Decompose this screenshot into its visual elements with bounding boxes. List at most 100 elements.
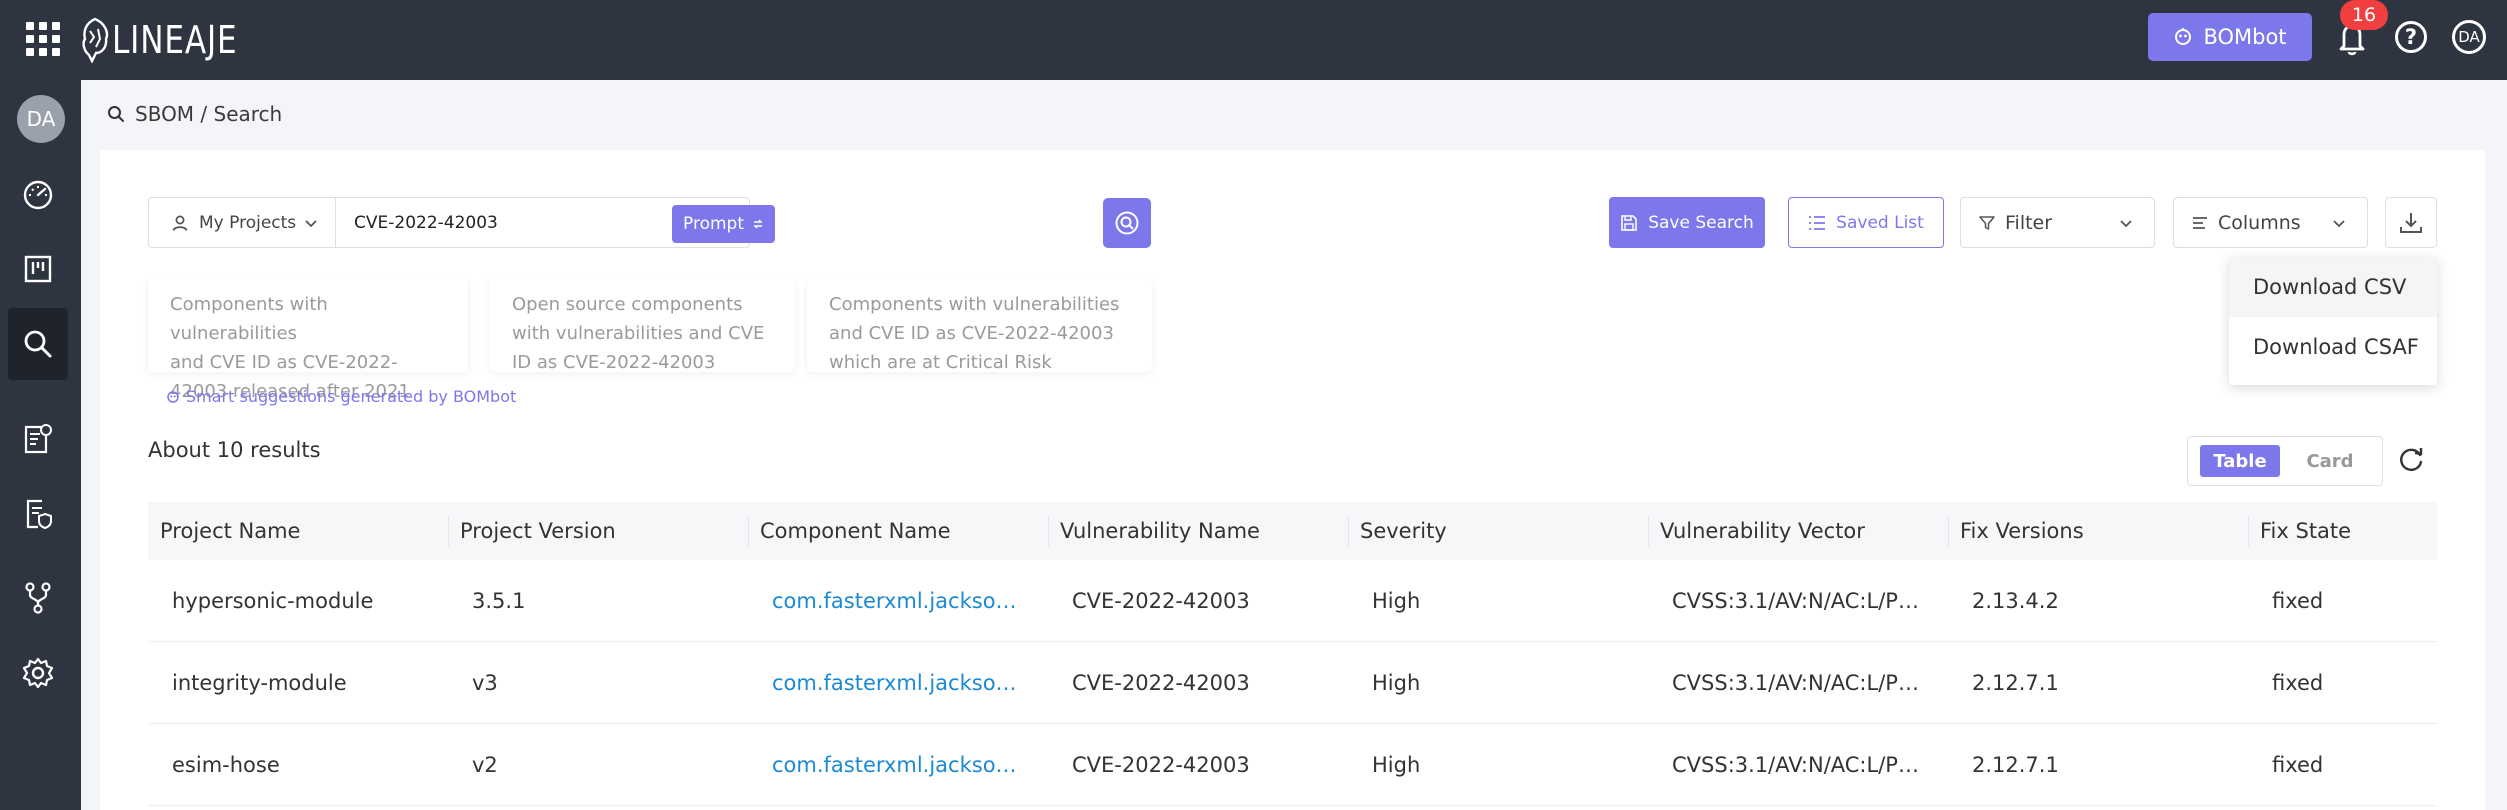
sidebar: DA <box>0 80 81 810</box>
fix-state-cell: fixed <box>2272 670 2324 695</box>
table-row[interactable]: integrity-module v3 com.fasterxml.jackso… <box>148 642 2437 724</box>
sidebar-item-policy[interactable] <box>8 478 68 550</box>
column-header[interactable]: Vulnerability Vector <box>1648 502 1948 560</box>
prompt-button[interactable]: Prompt <box>672 205 775 243</box>
fix-versions-cell: 2.13.4.2 <box>1972 588 2059 613</box>
list-icon <box>1809 215 1826 230</box>
logo-text: LINEAJE <box>112 18 238 62</box>
columns-dropdown[interactable]: Columns <box>2173 197 2368 248</box>
results-table: Project Name Project Version Component N… <box>148 502 2437 806</box>
search-icon <box>24 330 52 358</box>
breadcrumb: SBOM / Search <box>107 102 282 126</box>
sidebar-user-avatar[interactable]: DA <box>17 95 65 143</box>
sidebar-item-integrations[interactable] <box>8 562 68 634</box>
bombot-button[interactable]: BOMbot <box>2148 13 2312 61</box>
vulnerability-name-cell: CVE-2022-42003 <box>1072 588 1250 613</box>
download-csv-option[interactable]: Download CSV <box>2229 257 2437 317</box>
search-icon <box>108 106 124 122</box>
column-header[interactable]: Fix State <box>2248 502 2437 560</box>
notification-count-badge[interactable]: 16 <box>2340 0 2388 30</box>
table-row[interactable]: hypersonic-module 3.5.1 com.fasterxml.ja… <box>148 560 2437 642</box>
search-bar: My Projects Prompt <box>148 197 775 248</box>
vulnerability-name-cell: CVE-2022-42003 <box>1072 670 1250 695</box>
suggestion-card[interactable]: Components with vulnerabilities and CVE … <box>807 276 1152 373</box>
suggestion-card[interactable]: Components with vulnerabilities and CVE … <box>148 276 468 402</box>
column-header[interactable]: Component Name <box>748 502 1048 560</box>
vulnerability-vector-cell: CVSS:3.1/AV:N/AC:L/PR:N/UI:N <box>1672 752 1948 777</box>
robot-icon <box>167 390 179 403</box>
refresh-icon <box>2400 448 2423 471</box>
project-scope-select[interactable]: My Projects <box>149 198 336 247</box>
project-version-cell: v2 <box>472 752 498 777</box>
card-view-toggle[interactable]: Card <box>2290 445 2370 477</box>
component-name-link[interactable]: com.fasterxml.jackson.core <box>748 589 1048 613</box>
app-grid-icon[interactable] <box>26 22 60 56</box>
sidebar-item-reports[interactable] <box>8 403 68 475</box>
smart-suggestions-note: Smart suggestions generated by BOMbot <box>166 387 516 406</box>
suggestion-card[interactable]: Open source components with vulnerabilit… <box>490 276 795 373</box>
refresh-button[interactable] <box>2393 442 2429 478</box>
user-icon <box>172 215 188 231</box>
column-header[interactable]: Fix Versions <box>1948 502 2248 560</box>
project-version-cell: v3 <box>472 670 498 695</box>
bombot-label: BOMbot <box>2203 25 2287 49</box>
top-bar: LINEAJE BOMbot 16 ? DA <box>0 0 2507 80</box>
table-row[interactable]: esim-hose v2 com.fasterxml.jackson.core … <box>148 724 2437 806</box>
shield-doc-icon <box>26 499 52 530</box>
project-name-cell: hypersonic-module <box>172 588 374 613</box>
fix-state-cell: fixed <box>2272 752 2324 777</box>
project-scope-label: My Projects <box>199 212 297 233</box>
component-name-link[interactable]: com.fasterxml.jackson.core <box>748 671 1048 695</box>
vulnerability-vector-cell: CVSS:3.1/AV:N/AC:L/PR:N/UI:N <box>1672 670 1948 695</box>
swap-icon <box>753 219 763 229</box>
lineaje-logo[interactable]: LINEAJE <box>80 14 265 66</box>
gear-icon <box>22 657 54 689</box>
table-view-toggle[interactable]: Table <box>2200 445 2280 477</box>
chevron-down-icon <box>305 220 317 228</box>
robot-icon <box>2175 28 2192 45</box>
severity-cell: High <box>1372 752 1421 777</box>
component-name-link[interactable]: com.fasterxml.jackson.core <box>748 753 1048 777</box>
download-csaf-option[interactable]: Download CSAF <box>2229 317 2437 377</box>
column-header[interactable]: Project Version <box>448 502 748 560</box>
filter-icon <box>1979 215 1995 230</box>
user-avatar[interactable]: DA <box>2452 20 2486 54</box>
column-header[interactable]: Severity <box>1348 502 1648 560</box>
severity-cell: High <box>1372 588 1421 613</box>
breadcrumb-text[interactable]: SBOM / Search <box>135 102 282 126</box>
speedometer-icon <box>23 180 53 210</box>
table-header: Project Name Project Version Component N… <box>148 502 2437 560</box>
chevron-down-icon <box>2120 220 2132 228</box>
download-icon <box>2400 212 2422 233</box>
save-search-button[interactable]: Save Search <box>1609 197 1765 248</box>
git-branch-icon <box>25 582 51 614</box>
sidebar-item-settings[interactable] <box>8 637 68 709</box>
sidebar-item-dashboard[interactable] <box>8 158 68 230</box>
project-name-cell: esim-hose <box>172 752 280 777</box>
search-button[interactable] <box>1103 198 1151 248</box>
severity-cell: High <box>1372 670 1421 695</box>
kanban-icon <box>24 255 52 283</box>
project-version-cell: 3.5.1 <box>472 588 526 613</box>
download-button[interactable] <box>2385 197 2437 248</box>
fix-versions-cell: 2.12.7.1 <box>1972 670 2059 695</box>
report-icon <box>24 424 52 454</box>
help-icon[interactable]: ? <box>2395 21 2427 53</box>
search-icon <box>1115 211 1139 235</box>
sidebar-item-board[interactable] <box>8 233 68 305</box>
lion-logo-icon <box>82 17 109 63</box>
vulnerability-vector-cell: CVSS:3.1/AV:N/AC:L/PR:N/UI:N <box>1672 588 1948 613</box>
saved-list-button[interactable]: Saved List <box>1788 197 1944 248</box>
column-header[interactable]: Vulnerability Name <box>1048 502 1348 560</box>
sidebar-item-search[interactable] <box>8 308 68 380</box>
search-panel: My Projects Prompt Components with vulne… <box>100 150 2485 810</box>
results-count: About 10 results <box>148 438 321 462</box>
fix-state-cell: fixed <box>2272 588 2324 613</box>
project-name-cell: integrity-module <box>172 670 347 695</box>
columns-icon <box>2193 216 2207 229</box>
view-toggle: Table Card <box>2187 436 2383 486</box>
vulnerability-name-cell: CVE-2022-42003 <box>1072 752 1250 777</box>
chevron-down-icon <box>2333 220 2345 228</box>
filter-dropdown[interactable]: Filter <box>1960 197 2155 248</box>
column-header[interactable]: Project Name <box>148 502 448 560</box>
